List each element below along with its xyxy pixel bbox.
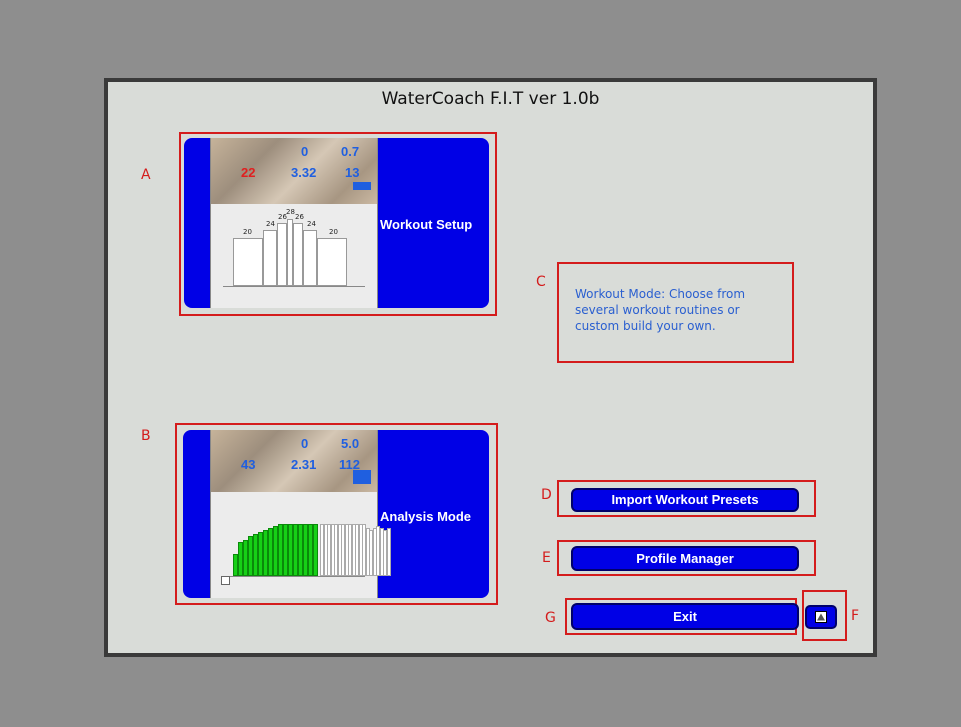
workout-preview-thumbnail: 0 0.7 22 3.32 13 20 24 26 28 26 24 20 (210, 138, 378, 308)
thumbnail-header: 0 5.0 43 2.31 112 (211, 430, 377, 492)
annotation-label-e: E (542, 550, 551, 566)
checkbox (221, 576, 230, 585)
workout-setup-card[interactable]: 0 0.7 22 3.32 13 20 24 26 28 26 24 20 Wo… (184, 138, 489, 308)
window-title: WaterCoach F.I.T ver 1.0b (381, 89, 600, 109)
chart-axis (223, 576, 365, 577)
thumb-value-1: 0 (301, 436, 309, 451)
minimize-button[interactable] (805, 605, 837, 629)
profile-manager-button[interactable]: Profile Manager (571, 546, 799, 571)
analysis-green-bar (313, 524, 318, 576)
thumb-value-1: 0 (301, 144, 309, 159)
thumb-value-5: 13 (345, 165, 360, 180)
workout-bar (303, 230, 317, 286)
workout-bar (277, 223, 287, 286)
workout-setup-label: Workout Setup (380, 217, 473, 232)
bar-label: 26 (295, 213, 304, 221)
thumb-value-3: 43 (241, 457, 256, 472)
analysis-mode-label: Analysis Mode (380, 509, 472, 524)
thumb-mini-button (353, 182, 371, 190)
bar-label: 20 (243, 228, 252, 236)
analysis-gray-bar (386, 528, 391, 576)
workout-mode-description: Workout Mode: Choose from several workou… (575, 287, 746, 333)
bar-label: 24 (307, 220, 316, 228)
import-workout-presets-button[interactable]: Import Workout Presets (571, 488, 799, 512)
workout-bar (317, 238, 347, 286)
thumb-value-2: 0.7 (341, 144, 360, 159)
bar-label: 24 (266, 220, 275, 228)
workout-bar (293, 223, 303, 286)
analysis-preview-thumbnail: 0 5.0 43 2.31 112 (210, 430, 391, 598)
thumb-mini-button (353, 470, 371, 484)
analysis-mode-card[interactable]: 0 5.0 43 2.31 112 Analysis Mode (183, 430, 489, 598)
annotation-label-a: A (141, 167, 151, 183)
annotation-label-f: F (851, 608, 860, 624)
bar-label: 28 (286, 208, 295, 216)
exit-button[interactable]: Exit (571, 603, 799, 630)
thumb-value-4: 2.31 (291, 457, 317, 472)
workout-bar (233, 238, 263, 286)
workout-bar (263, 230, 277, 286)
chart-axis (223, 286, 365, 287)
annotation-label-c: C (536, 274, 546, 290)
annotation-label-d: D (541, 487, 552, 503)
thumb-value-4: 3.32 (291, 165, 317, 180)
thumb-value-2: 5.0 (341, 436, 360, 451)
annotation-label-g: G (545, 610, 556, 626)
annotation-label-b: B (141, 428, 151, 444)
up-triangle-icon (815, 611, 827, 623)
thumbnail-header: 0 0.7 22 3.32 13 (211, 138, 377, 204)
thumb-value-3: 22 (241, 165, 256, 180)
bar-label: 20 (329, 228, 338, 236)
